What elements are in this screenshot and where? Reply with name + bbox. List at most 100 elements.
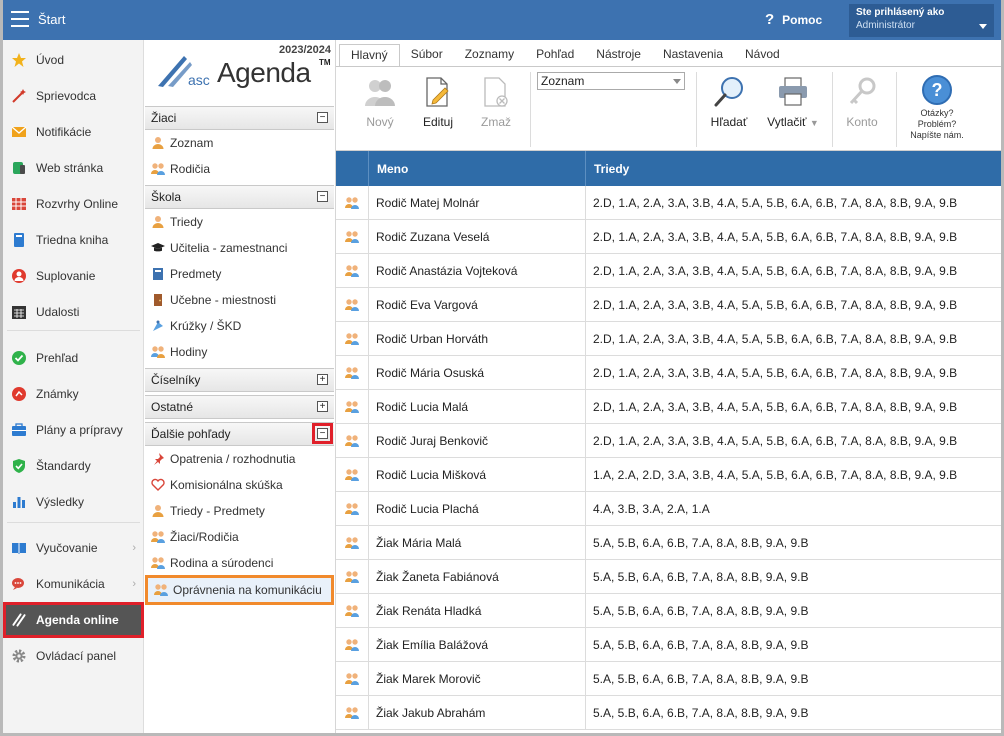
table-row[interactable]: Žiak Renáta Hladká 5.A, 5.B, 6.A, 6.B, 7… (336, 594, 1001, 628)
sidebar-item-label: Udalosti (36, 305, 80, 319)
tab-nastavenia[interactable]: Nastavenia (652, 44, 734, 66)
agenda-panel: 2023/2024 asc Agenda TM Žiaci − Zoznam R… (144, 40, 336, 733)
column-header-name[interactable]: Meno (369, 151, 586, 186)
expand-toggle-icon[interactable]: + (317, 374, 328, 385)
chevron-right-icon: › (132, 578, 136, 590)
table-row[interactable]: Rodič Anastázia Vojteková 2.D, 1.A, 2.A,… (336, 254, 1001, 288)
cell-classes: 2.D, 1.A, 2.A, 3.A, 3.B, 4.A, 5.A, 5.B, … (593, 332, 958, 346)
collapse-toggle-icon[interactable]: − (317, 191, 328, 202)
menu-item-ucebne[interactable]: Učebne - miestnosti (145, 287, 334, 313)
menu-item-triedy-predmety[interactable]: Triedy - Predmety (145, 498, 334, 524)
section-ziaci[interactable]: Žiaci − (145, 106, 334, 130)
menu-item-triedy[interactable]: Triedy (145, 209, 334, 235)
shield-icon (11, 458, 27, 474)
table-row[interactable]: Rodič Mária Osuská 2.D, 1.A, 2.A, 3.A, 3… (336, 356, 1001, 390)
table-row[interactable]: Rodič Matej Molnár 2.D, 1.A, 2.A, 3.A, 3… (336, 186, 1001, 220)
sidebar-item-notifikacie[interactable]: Notifikácie (3, 117, 144, 147)
question-circle-wrap: ? (906, 75, 968, 105)
table-row[interactable]: Rodič Lucia Plachá 4.A, 3.B, 3.A, 2.A, 1… (336, 492, 1001, 526)
help-button[interactable]: ? Pomoc (765, 11, 822, 28)
menu-item-ziaci-rodicia[interactable]: Žiaci/Rodičia (145, 524, 334, 550)
section-ostatne[interactable]: Ostatné + (145, 395, 334, 419)
expand-toggle-icon[interactable]: + (317, 401, 328, 412)
section-ciselniky[interactable]: Číselníky + (145, 368, 334, 392)
sidebar-item-znamky[interactable]: Známky (3, 379, 144, 409)
sidebar-item-web-stranka[interactable]: Web stránka (3, 153, 144, 183)
sidebar-item-suplovanie[interactable]: Suplovanie (3, 261, 144, 291)
table-row[interactable]: Žiak Mária Malá 5.A, 5.B, 6.A, 6.B, 7.A,… (336, 526, 1001, 560)
sidebar-item-label: Notifikácie (36, 125, 92, 139)
table-row[interactable]: Rodič Lucia Malá 2.D, 1.A, 2.A, 3.A, 3.B… (336, 390, 1001, 424)
parent-child-icon (345, 469, 359, 481)
briefcase-icon (11, 422, 27, 438)
sidebar-item-label: Známky (36, 387, 79, 401)
tab-navod[interactable]: Návod (734, 44, 791, 66)
hamburger-menu-icon[interactable] (11, 11, 29, 27)
sidebar-item-udalosti[interactable]: Udalosti (3, 297, 144, 327)
tab-nastroje[interactable]: Nástroje (585, 44, 652, 66)
column-header-classes[interactable]: Triedy (586, 151, 1001, 186)
tab-zoznamy[interactable]: Zoznamy (454, 44, 525, 66)
section-dalsie-pohlady[interactable]: Ďalšie pohľady − (145, 422, 334, 446)
sidebar-item-ovladaci-panel[interactable]: Ovládací panel (3, 641, 144, 671)
menu-item-label: Učebne - miestnosti (170, 293, 277, 307)
account-label: Konto (846, 115, 878, 129)
print-button[interactable]: Vytlačiť ▼ (762, 75, 824, 129)
sidebar-item-triedna-kniha[interactable]: Triedna kniha (3, 225, 144, 255)
menu-item-rodicia[interactable]: Rodičia (145, 156, 334, 182)
collapse-toggle-icon[interactable]: − (312, 423, 333, 444)
delete-button[interactable]: Zmaž (474, 75, 518, 129)
sidebar-item-prehlad[interactable]: Prehľad (3, 343, 144, 373)
lessons-icon (150, 344, 166, 360)
menu-item-ucitelia[interactable]: Učitelia - zamestnanci (145, 235, 334, 261)
account-button[interactable]: Konto (840, 75, 884, 129)
table-row[interactable]: Rodič Juraj Benkovič 2.D, 1.A, 2.A, 3.A,… (336, 424, 1001, 458)
user-login-label: Ste prihlásený ako (856, 7, 945, 18)
view-select[interactable]: Zoznam (537, 72, 685, 90)
cell-name: Žiak Emília Balážová (369, 628, 586, 662)
table-row[interactable]: Žiak Jakub Abrahám 5.A, 5.B, 6.A, 6.B, 7… (336, 696, 1001, 730)
sidebar-item-vysledky[interactable]: Výsledky (3, 487, 144, 517)
sidebar-item-rozvrhy-online[interactable]: Rozvrhy Online (3, 189, 144, 219)
menu-item-opravnenia-na-komunikaciu[interactable]: Oprávnenia na komunikáciu (145, 575, 334, 605)
sidebar-item-sprievodca[interactable]: Sprievodca (3, 81, 144, 111)
sidebar-item-komunikacia[interactable]: Komunikácia › (3, 569, 144, 599)
menu-item-label: Triedy (170, 215, 203, 229)
sidebar-item-uvod[interactable]: Úvod (3, 45, 144, 75)
collapse-toggle-icon[interactable]: − (317, 112, 328, 123)
tab-pohlad[interactable]: Pohľad (525, 44, 585, 66)
cell-name: Rodič Zuzana Veselá (369, 220, 586, 254)
new-button[interactable]: Nový (358, 75, 402, 129)
menu-item-label: Žiaci/Rodičia (170, 530, 239, 544)
menu-item-opatrenia[interactable]: Opatrenia / rozhodnutia (145, 446, 334, 472)
sidebar-item-standardy[interactable]: Štandardy (3, 451, 144, 481)
menu-item-kruzky[interactable]: Krúžky / ŠKD (145, 313, 334, 339)
menu-item-hodiny[interactable]: Hodiny (145, 339, 334, 365)
edit-button[interactable]: Edituj (416, 75, 460, 129)
search-button[interactable]: Hľadať (706, 75, 752, 129)
sidebar-item-agenda-online[interactable]: Agenda online (3, 602, 144, 638)
user-menu[interactable]: Ste prihlásený ako Administrátor (849, 4, 994, 37)
help-feedback-button[interactable]: ? Otázky? Problém? Napíšte nám. (906, 75, 968, 141)
sidebar-item-plany-a-pripravy[interactable]: Plány a prípravy (3, 415, 144, 445)
tab-hlavny[interactable]: Hlavný (339, 44, 400, 66)
sidebar-item-label: Úvod (36, 53, 65, 67)
table-row[interactable]: Žiak Marek Morovič 5.A, 5.B, 6.A, 6.B, 7… (336, 662, 1001, 696)
table-row[interactable]: Žiak Emília Balážová 5.A, 5.B, 6.A, 6.B,… (336, 628, 1001, 662)
menu-item-rodina-a-surodenci[interactable]: Rodina a súrodenci (145, 550, 334, 576)
sidebar-item-label: Vyučovanie (36, 541, 98, 555)
timetable-icon (11, 196, 27, 212)
menu-item-predmety[interactable]: Predmety (145, 261, 334, 287)
table-row[interactable]: Žiak Žaneta Fabiánová 5.A, 5.B, 6.A, 6.B… (336, 560, 1001, 594)
table-row[interactable]: Rodič Urban Horváth 2.D, 1.A, 2.A, 3.A, … (336, 322, 1001, 356)
table-row[interactable]: Rodič Lucia Mišková 1.A, 2.A, 2.D, 3.A, … (336, 458, 1001, 492)
row-icon-cell (336, 594, 369, 628)
table-row[interactable]: Rodič Zuzana Veselá 2.D, 1.A, 2.A, 3.A, … (336, 220, 1001, 254)
table-row[interactable]: Rodič Eva Vargová 2.D, 1.A, 2.A, 3.A, 3.… (336, 288, 1001, 322)
sidebar-item-vyucovanie[interactable]: Vyučovanie › (3, 533, 144, 563)
open-book-icon (11, 540, 27, 556)
tab-subor[interactable]: Súbor (400, 44, 454, 66)
menu-item-komisionalna-skuska[interactable]: Komisionálna skúška (145, 472, 334, 498)
section-skola[interactable]: Škola − (145, 185, 334, 209)
menu-item-zoznam[interactable]: Zoznam (145, 130, 334, 156)
